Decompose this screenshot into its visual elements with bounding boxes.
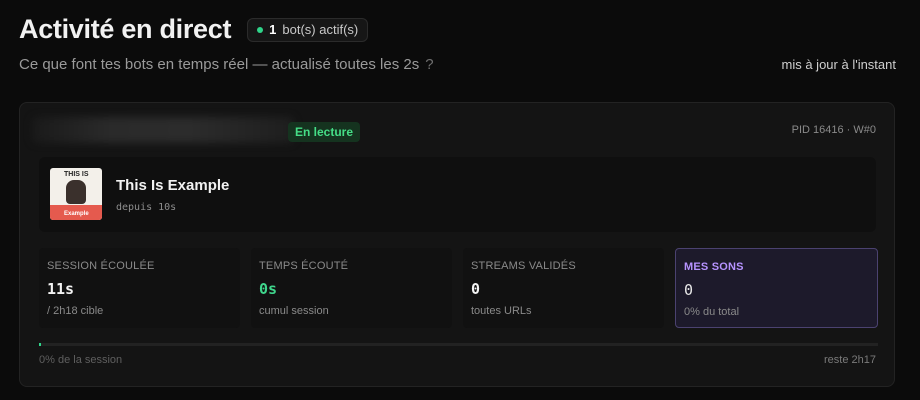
page-title: Activité en direct (19, 14, 232, 44)
page-header: Activité en direct 1 bot(s) actif(s) Ce … (19, 14, 896, 73)
bot-card-header: En lecture PID 16416 · W#0 (20, 103, 894, 155)
status-badge: En lecture (288, 122, 361, 142)
active-bots-label: bot(s) actif(s) (282, 22, 359, 37)
track-title: This Is Example (116, 177, 230, 194)
stat-value: 0s (259, 280, 278, 298)
stats-grid: SESSION ÉCOULÉE 11s / 2h18 cible TEMPS É… (39, 248, 878, 328)
stat-my-sounds: MES SONS 0 0% du total (675, 248, 878, 328)
progress-remaining: reste 2h17 (824, 354, 876, 366)
stat-label: SESSION ÉCOULÉE (47, 260, 155, 272)
stat-sub: / 2h18 cible (47, 305, 104, 317)
stat-label: TEMPS ÉCOUTÉ (259, 260, 349, 272)
subtitle-row: Ce que font tes bots en temps réel — act… (19, 56, 896, 73)
bot-name-redacted (32, 117, 294, 143)
album-cover: THIS IS Example (50, 168, 102, 220)
subtitle-text: Ce que font tes bots en temps réel — act… (19, 56, 420, 73)
stat-session-elapsed: SESSION ÉCOULÉE 11s / 2h18 cible (39, 248, 240, 328)
subtitle: Ce que font tes bots en temps réel — act… (19, 56, 434, 73)
stat-value: 0 (471, 280, 481, 298)
stat-label: MES SONS (684, 261, 744, 273)
stat-value: 11s (47, 280, 75, 298)
status-dot-icon (257, 26, 264, 33)
track-info: This Is Example depuis 10s (116, 177, 229, 213)
stat-sub: 0% du total (684, 306, 740, 318)
help-icon[interactable]: ? (425, 56, 433, 73)
stat-label: STREAMS VALIDÉS (471, 260, 576, 272)
active-bots-badge: 1 bot(s) actif(s) (247, 17, 369, 42)
cover-figure (66, 180, 86, 204)
bot-card: En lecture PID 16416 · W#0 THIS IS Examp… (19, 102, 895, 387)
stat-validated-streams: STREAMS VALIDÉS 0 toutes URLs (463, 248, 664, 328)
track-since: depuis 10s (116, 202, 177, 213)
active-bots-count: 1 (269, 22, 277, 37)
stat-value: 0 (684, 281, 694, 299)
stat-listened-time: TEMPS ÉCOUTÉ 0s cumul session (251, 248, 452, 328)
cover-label: Example (64, 211, 89, 217)
title-row: Activité en direct 1 bot(s) actif(s) (19, 14, 896, 45)
process-id: PID 16416 · W#0 (791, 124, 876, 136)
session-progress-fill (39, 343, 42, 346)
progress-percent: 0% de la session (39, 354, 123, 366)
stat-sub: cumul session (259, 305, 329, 317)
stat-sub: toutes URLs (471, 305, 532, 317)
cover-top-text: THIS IS (64, 171, 89, 178)
session-progress-bar (39, 343, 878, 346)
last-updated: mis à jour à l'instant (781, 57, 896, 72)
now-playing: THIS IS Example This Is Example depuis 1… (39, 157, 876, 232)
